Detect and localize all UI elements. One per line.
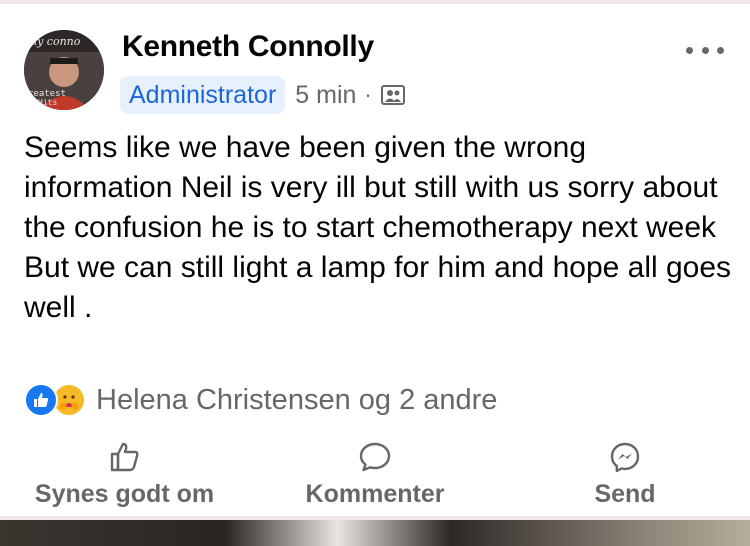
avatar-text-bottom2: Hits — [38, 98, 57, 107]
comment-icon — [359, 442, 391, 472]
avatar-text-top: ny conno — [30, 35, 81, 48]
post-meta: Administrator 5 min · — [120, 76, 406, 114]
post-card: ny conno reatest Hits Kenneth Connolly A… — [0, 4, 750, 516]
messenger-icon — [610, 442, 640, 473]
post-time[interactable]: 5 min — [295, 81, 356, 110]
like-icon — [24, 383, 58, 417]
role-badge[interactable]: Administrator — [120, 76, 286, 114]
send-button[interactable]: Send — [580, 440, 670, 509]
more-options-icon[interactable] — [686, 40, 724, 60]
avatar-image: ny conno reatest Hits — [24, 30, 104, 110]
meta-separator: · — [364, 82, 372, 107]
comment-button-label: Kommenter — [305, 480, 445, 508]
group-icon — [380, 83, 406, 107]
reaction-summary[interactable]: Helena Christensen og 2 andre — [24, 382, 497, 418]
like-button[interactable]: Synes godt om — [22, 440, 227, 509]
next-post-preview — [0, 520, 750, 546]
avatar[interactable]: ny conno reatest Hits — [24, 30, 104, 110]
author-name[interactable]: Kenneth Connolly — [122, 30, 374, 64]
post-text: Seems like we have been given the wrong … — [24, 131, 732, 324]
action-bar: Synes godt om Kommenter Send — [0, 440, 750, 516]
like-button-label: Synes godt om — [34, 480, 215, 508]
reaction-names[interactable]: Helena Christensen og 2 andre — [96, 384, 497, 417]
comment-button[interactable]: Kommenter — [290, 440, 460, 509]
send-button-label: Send — [594, 480, 656, 508]
thumbs-up-icon — [110, 442, 138, 472]
